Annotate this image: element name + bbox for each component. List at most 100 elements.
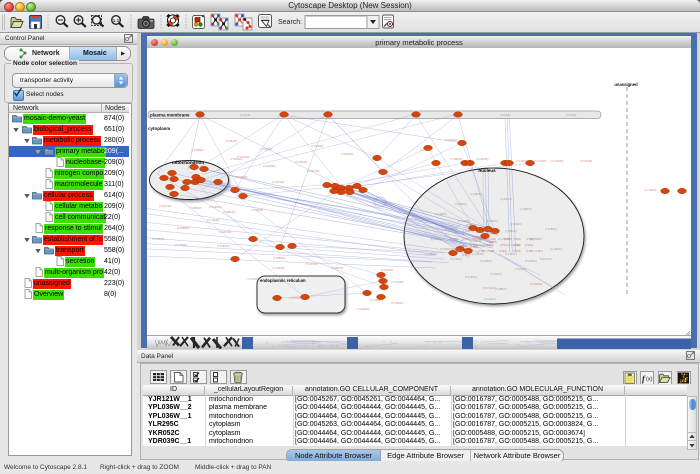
svg-text:(Yx373W): (Yx373W) — [305, 262, 318, 266]
svg-text:(Yy119C): (Yy119C) — [458, 219, 470, 223]
svg-text:(Yx400W): (Yx400W) — [152, 237, 165, 241]
svg-text:(Yx981W): (Yx981W) — [450, 157, 463, 161]
svg-text:(Yx796W): (Yx796W) — [644, 188, 657, 192]
svg-text:(Yz39): (Yz39) — [470, 243, 478, 247]
svg-text:(Yy612C): (Yy612C) — [500, 197, 512, 201]
svg-text:(Yx710W): (Yx710W) — [391, 280, 404, 284]
svg-text:(Yy431C): (Yy431C) — [484, 297, 496, 301]
svg-text:(Yx545W): (Yx545W) — [230, 157, 243, 161]
svg-text:(Yy619C): (Yy619C) — [490, 272, 502, 276]
svg-text:(Yy740C): (Yy740C) — [450, 257, 462, 261]
svg-text:(Yy951C): (Yy951C) — [505, 229, 517, 233]
svg-text:(Yx324W): (Yx324W) — [263, 164, 276, 168]
svg-text:(Yx873W): (Yx873W) — [272, 180, 285, 184]
svg-text:(Yy471C): (Yy471C) — [540, 257, 552, 261]
svg-text:(Yx103W): (Yx103W) — [420, 148, 433, 152]
svg-text:(Yz19): (Yz19) — [513, 249, 521, 253]
svg-text:(Yz14): (Yz14) — [500, 243, 508, 247]
svg-text:(Yx868W): (Yx868W) — [273, 256, 286, 260]
svg-text:(Yz10): (Yz10) — [499, 249, 507, 253]
svg-text:(Yy256C): (Yy256C) — [545, 227, 557, 231]
svg-text:(Yy652C): (Yy652C) — [486, 219, 498, 223]
svg-text:(Yx508W): (Yx508W) — [191, 148, 204, 152]
svg-text:(Yx357W): (Yx357W) — [189, 206, 202, 210]
svg-text:(Yx710W): (Yx710W) — [483, 286, 496, 290]
svg-text:(Yz53): (Yz53) — [504, 237, 512, 241]
svg-text:(Yx742W): (Yx742W) — [534, 159, 547, 163]
svg-text:(Yy214C): (Yy214C) — [515, 267, 527, 271]
svg-text:(Yx193W): (Yx193W) — [311, 144, 324, 148]
svg-text:(Yx756W): (Yx756W) — [272, 266, 285, 270]
svg-text:(Yx256W): (Yx256W) — [516, 159, 529, 163]
svg-text:1:1: 1:1 — [113, 18, 120, 23]
svg-text:(Yz38): (Yz38) — [474, 237, 482, 241]
svg-text:(Yz17): (Yz17) — [535, 249, 543, 253]
svg-text:(Yx579W): (Yx579W) — [289, 296, 302, 300]
svg-text:(Yy405C): (Yy405C) — [480, 259, 492, 263]
svg-text:(Yx641W): (Yx641W) — [159, 204, 172, 208]
svg-text:(Yx564W): (Yx564W) — [225, 139, 238, 143]
svg-text:(Yx111W): (Yx111W) — [251, 208, 263, 212]
svg-text:(Yz38): (Yz38) — [487, 249, 495, 253]
svg-text:(Yx448W): (Yx448W) — [530, 282, 543, 286]
svg-text:plasma membrane: plasma membrane — [150, 113, 190, 118]
svg-text:(Yy880C): (Yy880C) — [495, 287, 507, 291]
svg-text:cytoplasm: cytoplasm — [148, 126, 170, 131]
svg-text:(Yz49): (Yz49) — [483, 228, 491, 232]
svg-text:(Yy482C): (Yy482C) — [550, 247, 562, 251]
svg-text:(Yz79): (Yz79) — [466, 223, 474, 227]
svg-text:(Yx261W): (Yx261W) — [260, 147, 273, 151]
svg-text:(Yx148W): (Yx148W) — [235, 175, 248, 179]
svg-text:(Yx839W): (Yx839W) — [445, 138, 458, 142]
svg-text:(Yx241W): (Yx241W) — [295, 160, 308, 164]
svg-text:(Yz12): (Yz12) — [513, 237, 521, 241]
svg-text:(Yxx44): (Yxx44) — [566, 113, 576, 117]
svg-text:(Yz25): (Yz25) — [450, 237, 458, 241]
svg-text:mitochondrion: mitochondrion — [172, 160, 204, 165]
svg-text:(Yx981W): (Yx981W) — [223, 210, 236, 214]
svg-text:(Yz35): (Yz35) — [490, 231, 498, 235]
svg-text:(Yx621W): (Yx621W) — [307, 169, 320, 173]
svg-text:(Yz41): (Yz41) — [462, 237, 470, 241]
svg-text:(Yxx12): (Yxx12) — [240, 113, 250, 117]
svg-text:(Yx214W): (Yx214W) — [247, 277, 260, 281]
svg-text:(Yx666W): (Yx666W) — [209, 205, 222, 209]
svg-text:(Yx649W): (Yx649W) — [217, 244, 230, 248]
svg-text:(Yz85): (Yz85) — [478, 249, 486, 253]
svg-text:(Yx212W): (Yx212W) — [476, 157, 489, 161]
svg-text:(Yy369C): (Yy369C) — [435, 212, 447, 216]
svg-text:Search:: Search: — [278, 19, 302, 26]
svg-text:(Yx838W): (Yx838W) — [177, 226, 190, 230]
svg-text:(x): (x) — [646, 377, 653, 383]
svg-text:(Yy282C): (Yy282C) — [445, 227, 457, 231]
svg-text:(Yy996C): (Yy996C) — [470, 192, 482, 196]
svg-text:(Yx217W): (Yx217W) — [219, 230, 232, 234]
svg-text:(Yy880C): (Yy880C) — [520, 207, 532, 211]
svg-text:(Yz19): (Yz19) — [525, 243, 533, 247]
svg-text:(Yz18): (Yz18) — [488, 237, 496, 241]
svg-text:(Yz39): (Yz39) — [462, 249, 470, 253]
svg-text:nucleus: nucleus — [478, 168, 496, 173]
svg-text:(Yz18): (Yz18) — [486, 243, 494, 247]
svg-text:(Yx532W): (Yx532W) — [381, 268, 394, 272]
svg-text:(Yy303C): (Yy303C) — [440, 247, 452, 251]
svg-text:(Yz57): (Yz57) — [462, 253, 470, 257]
svg-text:(Yx887W): (Yx887W) — [331, 266, 344, 270]
svg-text:(Yx798W): (Yx798W) — [175, 243, 188, 247]
svg-text:(Yy600C): (Yy600C) — [430, 237, 442, 241]
svg-text:(Yx911W): (Yx911W) — [580, 159, 592, 163]
svg-text:(Yx263W): (Yx263W) — [551, 159, 564, 163]
svg-text:(Yy836C): (Yy836C) — [455, 202, 467, 206]
svg-text:(Yz90): (Yz90) — [526, 249, 534, 253]
svg-text:(Yz61): (Yz61) — [459, 244, 467, 248]
svg-text:(Yz52): (Yz52) — [513, 243, 521, 247]
svg-text:(Yz80): (Yz80) — [453, 249, 461, 253]
svg-text:endoplasmic reticulum: endoplasmic reticulum — [260, 278, 306, 283]
svg-text:(Yy897C): (Yy897C) — [462, 229, 474, 233]
svg-text:(Yz85): (Yz85) — [526, 237, 534, 241]
svg-text:(Yx605W): (Yx605W) — [341, 152, 354, 156]
svg-text:(Yx490W): (Yx490W) — [357, 307, 370, 311]
svg-text:(Yy619C): (Yy619C) — [510, 222, 522, 226]
svg-text:(Yy754C): (Yy754C) — [525, 259, 537, 263]
svg-text:(Yy999C): (Yy999C) — [425, 252, 437, 256]
